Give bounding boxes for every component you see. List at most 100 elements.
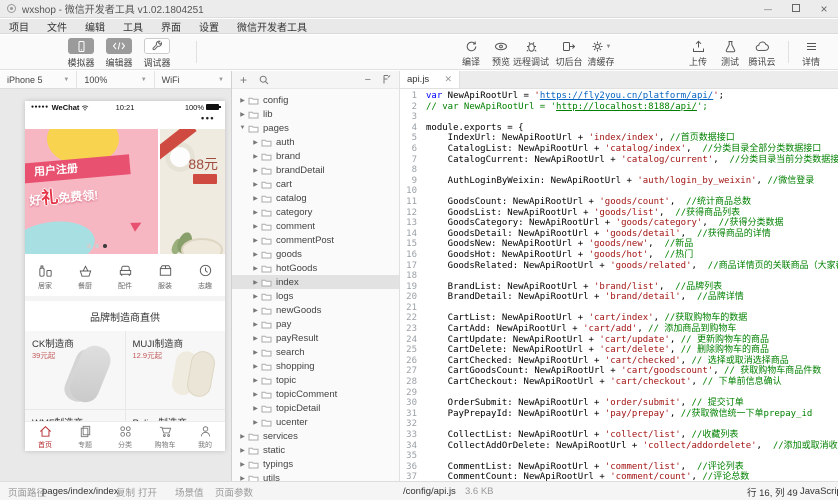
menu-item-6[interactable]: 微信开发者工具 <box>228 19 316 34</box>
device-select[interactable]: iPhone 5▼ <box>0 71 77 88</box>
menu-item-5[interactable]: 设置 <box>190 19 228 34</box>
tree-item-search[interactable]: ▶search <box>232 345 399 359</box>
category-item-4[interactable]: 志趣 <box>185 256 225 296</box>
maximize-button[interactable] <box>792 4 800 12</box>
caret-collapsed-icon[interactable]: ▶ <box>238 461 247 468</box>
caret-collapsed-icon[interactable]: ▶ <box>251 349 260 356</box>
close-button[interactable] <box>818 2 830 16</box>
category-item-3[interactable]: 服装 <box>145 256 185 296</box>
tree-item-category[interactable]: ▶category <box>232 205 399 219</box>
phone-tab-2[interactable]: 分类 <box>105 422 145 451</box>
category-item-1[interactable]: 餐厨 <box>65 256 105 296</box>
category-item-2[interactable]: 配件 <box>105 256 145 296</box>
caret-collapsed-icon[interactable]: ▶ <box>238 111 247 118</box>
caret-collapsed-icon[interactable]: ▶ <box>251 335 260 342</box>
caret-collapsed-icon[interactable]: ▶ <box>251 181 260 188</box>
network-select[interactable]: WiFi▼ <box>155 71 231 88</box>
caret-collapsed-icon[interactable]: ▶ <box>251 293 260 300</box>
caret-collapsed-icon[interactable]: ▶ <box>251 237 260 244</box>
caret-collapsed-icon[interactable]: ▶ <box>251 251 260 258</box>
tree-item-services[interactable]: ▶services <box>232 429 399 443</box>
caret-collapsed-icon[interactable]: ▶ <box>251 265 260 272</box>
tree-item-lib[interactable]: ▶lib <box>232 107 399 121</box>
tree-item-shopping[interactable]: ▶shopping <box>232 359 399 373</box>
tree-item-utils[interactable]: ▶utils <box>232 471 399 481</box>
caret-collapsed-icon[interactable]: ▶ <box>251 279 260 286</box>
tree-item-ucenter[interactable]: ▶ucenter <box>232 415 399 429</box>
caret-collapsed-icon[interactable]: ▶ <box>238 433 247 440</box>
code-editor[interactable]: 1var NewApiRootUrl = 'https://fly2you.cn… <box>400 89 838 481</box>
tree-item-typings[interactable]: ▶typings <box>232 457 399 471</box>
menu-item-1[interactable]: 文件 <box>38 19 76 34</box>
product-card-1[interactable]: MUJI制造商12.9元起 <box>126 331 226 409</box>
phone-tab-0[interactable]: 首页 <box>25 422 65 451</box>
tree-item-payResult[interactable]: ▶payResult <box>232 331 399 345</box>
tree-item-goods[interactable]: ▶goods <box>232 247 399 261</box>
tree-item-catalog[interactable]: ▶catalog <box>232 191 399 205</box>
tree-item-brand[interactable]: ▶brand <box>232 149 399 163</box>
product-card-3[interactable]: Police制造商 <box>126 410 226 421</box>
tree-item-index[interactable]: ▶index <box>232 275 399 289</box>
page-params-tab[interactable]: 页面参数 <box>215 482 253 500</box>
simulator-toggle-button[interactable]: 模拟器 <box>62 38 100 69</box>
tree-item-hotGoods[interactable]: ▶hotGoods <box>232 261 399 275</box>
product-card-0[interactable]: CK制造商39元起 <box>25 331 125 409</box>
tree-item-topic[interactable]: ▶topic <box>232 373 399 387</box>
tree-item-logs[interactable]: ▶logs <box>232 289 399 303</box>
locate-file-icon[interactable] <box>381 74 391 85</box>
phone-tab-1[interactable]: 专题 <box>65 422 105 451</box>
minimize-button[interactable] <box>762 4 774 15</box>
collapse-all-icon[interactable]: − <box>365 74 371 86</box>
tree-item-topicDetail[interactable]: ▶topicDetail <box>232 401 399 415</box>
caret-collapsed-icon[interactable]: ▶ <box>251 153 260 160</box>
tab-api-js[interactable]: api.js ✕ <box>400 71 460 88</box>
tree-item-commentPost[interactable]: ▶commentPost <box>232 233 399 247</box>
open-path-button[interactable]: 打开 <box>138 482 157 500</box>
caret-collapsed-icon[interactable]: ▶ <box>251 209 260 216</box>
phone-tab-4[interactable]: 我的 <box>185 422 225 451</box>
upload-button[interactable]: 上传 <box>680 40 716 68</box>
caret-collapsed-icon[interactable]: ▶ <box>238 97 247 104</box>
zoom-select[interactable]: 100%▼ <box>77 71 154 88</box>
add-file-icon[interactable]: + <box>240 73 247 87</box>
debugger-toggle-button[interactable]: 调试器 <box>138 38 176 69</box>
caret-expanded-icon[interactable]: ▼ <box>238 125 247 131</box>
tree-item-config[interactable]: ▶config <box>232 93 399 107</box>
tree-item-pages[interactable]: ▼pages <box>232 121 399 135</box>
caret-collapsed-icon[interactable]: ▶ <box>251 307 260 314</box>
caret-collapsed-icon[interactable]: ▶ <box>251 419 260 426</box>
banner-carousel[interactable]: 用户注册 好礼免费领! 88元 <box>25 129 225 254</box>
category-item-0[interactable]: 居家 <box>25 256 65 296</box>
product-card-2[interactable]: WMF制造商 <box>25 410 125 421</box>
caret-collapsed-icon[interactable]: ▶ <box>251 195 260 202</box>
tree-item-pay[interactable]: ▶pay <box>232 317 399 331</box>
test-button[interactable]: 测试 <box>712 40 748 68</box>
caret-collapsed-icon[interactable]: ▶ <box>251 405 260 412</box>
copy-path-button[interactable]: 复制 <box>116 482 135 500</box>
tree-item-comment[interactable]: ▶comment <box>232 219 399 233</box>
clear-cache-button[interactable]: ▼ 清缓存 <box>583 40 619 68</box>
caret-collapsed-icon[interactable]: ▶ <box>251 167 260 174</box>
search-icon[interactable] <box>259 75 269 85</box>
close-tab-icon[interactable]: ✕ <box>444 74 452 85</box>
menu-item-4[interactable]: 界面 <box>152 19 190 34</box>
menu-item-3[interactable]: 工具 <box>114 19 152 34</box>
remote-debug-button[interactable]: 远程调试 <box>509 40 553 68</box>
details-button[interactable]: 详情 <box>793 40 829 68</box>
caret-collapsed-icon[interactable]: ▶ <box>251 321 260 328</box>
tree-item-auth[interactable]: ▶auth <box>232 135 399 149</box>
phone-tab-3[interactable]: 购物车 <box>145 422 185 451</box>
caret-collapsed-icon[interactable]: ▶ <box>251 391 260 398</box>
caret-collapsed-icon[interactable]: ▶ <box>251 223 260 230</box>
menu-item-0[interactable]: 项目 <box>0 19 38 34</box>
caret-collapsed-icon[interactable]: ▶ <box>251 139 260 146</box>
menu-item-2[interactable]: 编辑 <box>76 19 114 34</box>
tree-item-cart[interactable]: ▶cart <box>232 177 399 191</box>
miniprogram-menu-button[interactable]: ••• <box>201 113 215 123</box>
tree-item-brandDetail[interactable]: ▶brandDetail <box>232 163 399 177</box>
caret-collapsed-icon[interactable]: ▶ <box>251 377 260 384</box>
tencent-cloud-button[interactable]: 腾讯云 <box>744 40 780 68</box>
scene-value-tab[interactable]: 场景值 <box>175 482 204 500</box>
caret-collapsed-icon[interactable]: ▶ <box>251 363 260 370</box>
tree-item-static[interactable]: ▶static <box>232 443 399 457</box>
